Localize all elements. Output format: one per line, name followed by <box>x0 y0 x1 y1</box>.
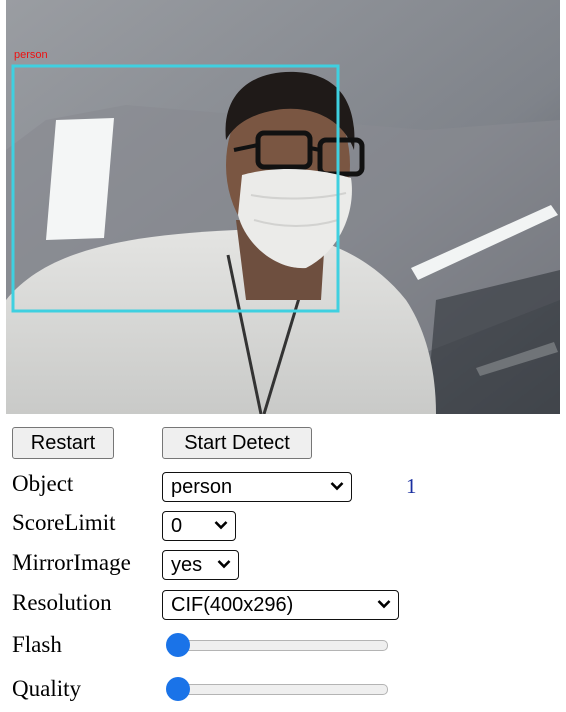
camera-frame-image <box>6 0 560 414</box>
start-detect-button[interactable]: Start Detect <box>162 427 312 459</box>
restart-button[interactable]: Restart <box>12 427 114 459</box>
resolution-select[interactable]: CIF(400x296) <box>162 590 399 620</box>
chevron-down-icon <box>330 482 344 491</box>
object-select[interactable]: person <box>162 472 352 502</box>
score-limit-select[interactable]: 0 <box>162 511 236 541</box>
object-select-value: person <box>171 475 233 498</box>
score-limit-select-value: 0 <box>171 514 183 537</box>
flash-slider-track[interactable] <box>172 640 388 651</box>
object-label: Object <box>12 471 74 496</box>
quality-slider[interactable] <box>166 677 388 701</box>
score-limit-label: ScoreLimit <box>12 510 116 535</box>
chevron-down-icon <box>377 600 391 609</box>
camera-stream: person <box>6 0 560 414</box>
mirror-image-label: MirrorImage <box>12 550 131 575</box>
flash-slider[interactable] <box>166 633 388 657</box>
chevron-down-icon <box>217 560 231 569</box>
detected-count: 1 <box>406 474 417 498</box>
resolution-select-value: CIF(400x296) <box>171 593 294 616</box>
quality-slider-thumb[interactable] <box>166 677 190 701</box>
flash-label: Flash <box>12 632 62 657</box>
mirror-image-select-value: yes <box>171 553 203 576</box>
quality-label: Quality <box>12 676 81 701</box>
mirror-image-select[interactable]: yes <box>162 550 239 580</box>
detection-box-label: person <box>14 49 48 61</box>
flash-slider-thumb[interactable] <box>166 633 190 657</box>
quality-slider-track[interactable] <box>172 684 388 695</box>
resolution-label: Resolution <box>12 590 112 615</box>
chevron-down-icon <box>214 521 228 530</box>
